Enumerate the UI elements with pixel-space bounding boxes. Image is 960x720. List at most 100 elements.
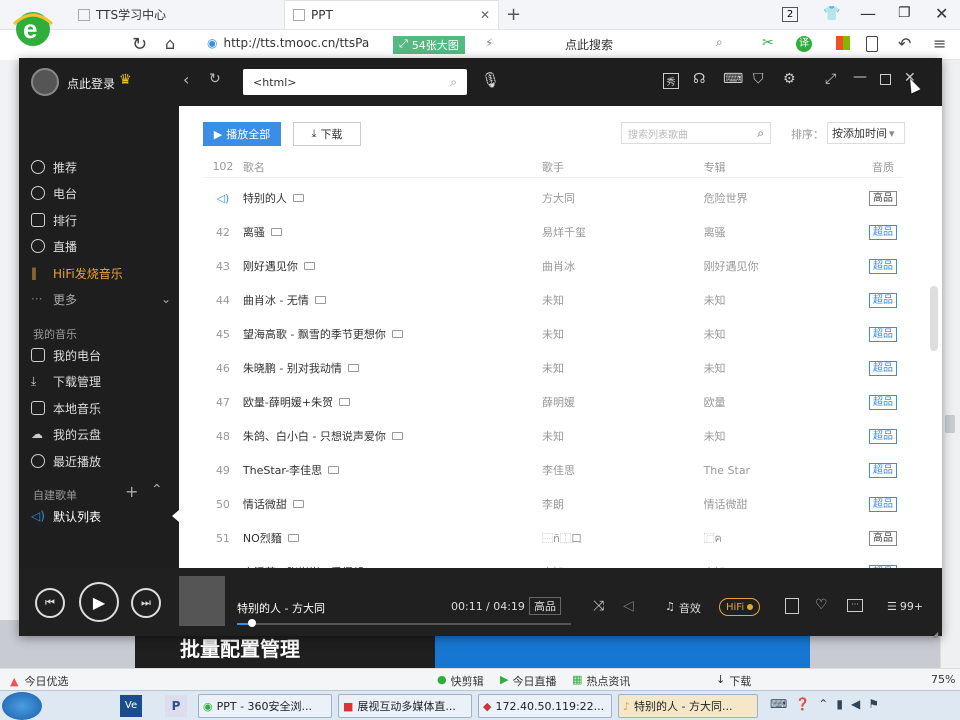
sort-select[interactable]: 按添加时间 ▾ xyxy=(827,122,905,144)
song-title[interactable]: 曲肖冰 - 无情 xyxy=(243,292,309,308)
song-title[interactable]: 情话微甜 xyxy=(243,496,287,512)
sidebar-item-recommend[interactable]: 推荐 xyxy=(31,155,171,179)
list-search-input[interactable]: 搜索列表歌曲 ⌕ xyxy=(621,122,771,144)
song-album[interactable]: 欧量 xyxy=(704,394,864,410)
progress-handle[interactable] xyxy=(247,619,256,627)
song-singer[interactable]: 易烊千玺 xyxy=(542,224,704,240)
tab-ppt[interactable]: PPT ✕ xyxy=(284,0,499,29)
album-cover[interactable] xyxy=(179,576,225,626)
table-row[interactable]: 43 刚好遇见你 曲肖冰 刚好遇见你 超品 xyxy=(203,249,903,283)
status-live[interactable]: ▶ 今日直播 xyxy=(500,673,556,689)
column-header-album[interactable]: 专辑 xyxy=(704,159,864,175)
back-icon[interactable]: ‹ xyxy=(183,70,189,89)
vip-crown-icon[interactable]: ♛ xyxy=(119,72,132,88)
table-row[interactable]: 46 朱晓鹏 - 别对我动情 未知 未知 超品 xyxy=(203,351,903,385)
taskbar-button-live[interactable]: ■ 展视互动多媒体直... xyxy=(338,694,472,718)
screenshot-badge[interactable]: ⤢ 54张大图 xyxy=(393,36,465,54)
song-title[interactable]: 望海高歌 - 飘雪的季节更想你 xyxy=(243,326,386,342)
status-news[interactable]: ▦ 热点资讯 xyxy=(572,673,630,689)
tab-count-badge[interactable]: 2 xyxy=(782,7,798,22)
refresh-icon[interactable]: ↻ xyxy=(132,34,147,55)
play-button[interactable]: ▶ xyxy=(79,582,119,622)
song-album[interactable]: The Star xyxy=(704,464,864,477)
song-singer[interactable]: 未知 xyxy=(542,292,704,308)
table-row[interactable]: 51 NO烈麵 ⿱ñ⿰口 ⿸ฅ 高品 xyxy=(203,521,903,555)
song-singer[interactable]: 李朗 xyxy=(542,496,704,512)
shirt-icon[interactable]: 👕 xyxy=(823,6,840,22)
song-singer[interactable]: 薛明媛 xyxy=(542,394,704,410)
table-row[interactable]: 48 朱鸽、白小白 - 只想说声爱你 未知 未知 超品 xyxy=(203,419,903,453)
song-title[interactable]: 特别的人 xyxy=(243,190,287,206)
restore-icon[interactable]: ❐ xyxy=(898,5,911,21)
table-row[interactable]: 42 离骚 易烊千玺 离骚 超品 xyxy=(203,215,903,249)
playlist-button[interactable]: ☰ 99+ xyxy=(887,600,923,613)
chevron-up-icon[interactable]: ⌃ xyxy=(151,482,163,498)
song-album[interactable]: 离骚 xyxy=(704,224,864,240)
song-singer[interactable]: 方大同 xyxy=(542,190,704,206)
login-link[interactable]: 点此登录 xyxy=(67,75,115,92)
apps-icon[interactable] xyxy=(836,36,850,50)
sound-effects-button[interactable]: ♫ 音效 xyxy=(665,600,701,616)
mv-icon[interactable] xyxy=(270,228,282,236)
table-row[interactable]: 52李溪芮、张彬彬 - 爱得起未知未知超品 xyxy=(203,555,903,568)
search-icon[interactable]: ⌕ xyxy=(716,35,723,50)
song-title[interactable]: 朱晓鹏 - 别对我动情 xyxy=(243,360,342,376)
song-singer[interactable]: 曲肖冰 xyxy=(542,258,704,274)
song-singer[interactable]: ⿱ñ⿰口 xyxy=(542,530,704,546)
song-album[interactable]: 未知 xyxy=(704,292,864,308)
scissors-icon[interactable]: ✂ xyxy=(762,35,774,51)
taskbar-button-remote[interactable]: ◆ 172.40.50.119:22... xyxy=(478,694,612,718)
progress-bar[interactable] xyxy=(237,623,571,625)
minimize-icon[interactable]: — xyxy=(853,69,867,85)
song-album[interactable]: ⿸ฅ xyxy=(704,529,864,547)
headphones-icon[interactable]: ☊ xyxy=(693,71,705,87)
undo-icon[interactable]: ↶ xyxy=(898,34,911,53)
song-singer[interactable]: 未知 xyxy=(542,326,704,342)
status-today-picks[interactable]: ▲ 今日优选 xyxy=(10,673,68,689)
translate-icon[interactable]: 译 xyxy=(796,36,812,52)
mv-icon[interactable] xyxy=(292,194,304,202)
table-row[interactable]: 50 情话微甜 李朗 情话微甜 超品 xyxy=(203,487,903,521)
search-icon[interactable]: ⌕ xyxy=(757,126,764,141)
mv-icon[interactable] xyxy=(292,500,304,508)
tab-tts[interactable]: TTS学习中心 xyxy=(70,0,270,29)
column-header-singer[interactable]: 歌手 xyxy=(542,159,704,175)
quality-select[interactable]: 高品 xyxy=(529,597,561,615)
sidebar-item-hifi[interactable]: ‖ HiFi发烧音乐 xyxy=(31,261,171,285)
taskbar-app-icon[interactable]: P xyxy=(165,695,187,717)
song-title[interactable]: 离骚 xyxy=(243,224,265,240)
zoom-level[interactable]: 75% xyxy=(931,673,955,686)
maximize-icon[interactable] xyxy=(880,74,891,85)
taskbar-app-icon[interactable]: Ve xyxy=(120,695,142,717)
shuffle-icon[interactable]: ⤨ xyxy=(593,598,604,614)
home-icon[interactable]: ⌂ xyxy=(165,34,175,53)
start-button[interactable] xyxy=(2,692,42,720)
song-album[interactable]: 刚好遇见你 xyxy=(704,258,864,274)
lightning-icon[interactable]: ⚡ xyxy=(485,36,493,50)
sidebar-item-downloads[interactable]: ⤓ 下载管理 xyxy=(31,369,171,393)
next-track-button[interactable]: ⏭ xyxy=(131,588,161,618)
play-all-button[interactable]: ▶ 播放全部 xyxy=(203,122,281,146)
song-title[interactable]: 朱鸽、白小白 - 只想说声爱你 xyxy=(243,428,386,444)
more-icon[interactable]: ··· xyxy=(847,599,863,612)
menu-icon[interactable]: ≡ xyxy=(933,34,946,53)
gamepad-icon[interactable]: ⌨ xyxy=(723,71,743,87)
chevron-icon[interactable]: ⌃ xyxy=(818,697,828,711)
mv-icon[interactable] xyxy=(347,364,359,372)
taskbar-button-music[interactable]: ♪ 特别的人 - 方大同... xyxy=(618,694,758,718)
song-album[interactable]: 未知 xyxy=(704,326,864,342)
heart-icon[interactable]: ♡ xyxy=(815,597,828,613)
mv-icon[interactable] xyxy=(391,330,403,338)
now-playing-title[interactable]: 特别的人 - 方大同 xyxy=(237,600,325,616)
sidebar-item-recent[interactable]: 最近播放 xyxy=(31,449,171,473)
shirt-icon[interactable]: ⛉ xyxy=(753,71,764,87)
volume-icon[interactable]: ◁ xyxy=(623,598,634,614)
mv-icon[interactable] xyxy=(287,534,299,542)
mv-icon[interactable] xyxy=(391,432,403,440)
column-header-quality[interactable]: 音质 xyxy=(863,159,903,175)
table-row[interactable]: 47 欧量-薛明媛+朱贺 薛明媛 欧量 超品 xyxy=(203,385,903,419)
sidebar-item-default-list[interactable]: ◁) 默认列表 xyxy=(31,504,171,528)
song-title[interactable]: 刚好遇见你 xyxy=(243,258,298,274)
avatar[interactable] xyxy=(31,68,59,96)
column-header-name[interactable]: 歌名 xyxy=(243,159,542,175)
